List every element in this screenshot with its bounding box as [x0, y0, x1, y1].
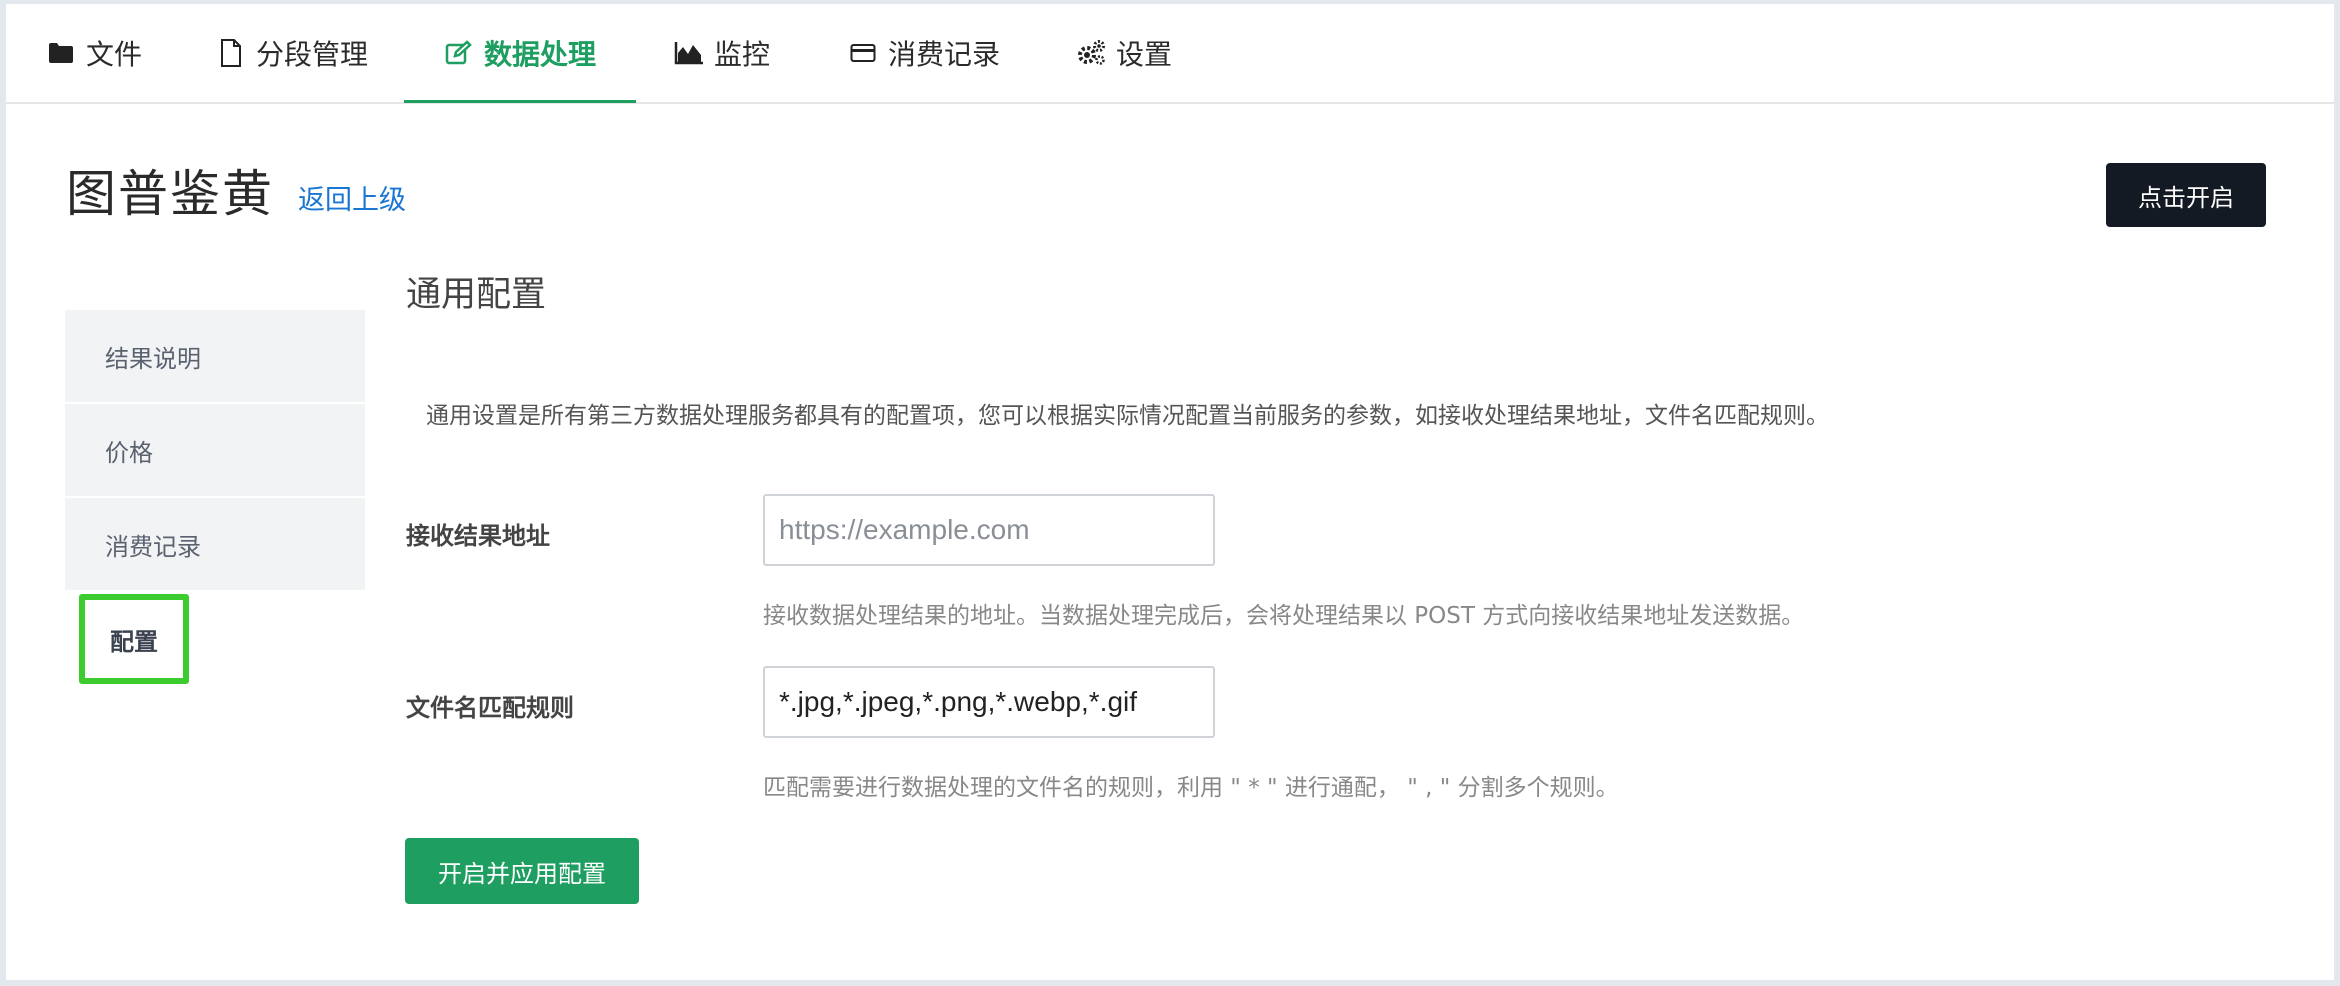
sidebar-item-config[interactable]: 配置: [79, 594, 189, 684]
top-nav: 文件 分段管理 数据处理 监控 消费记录 设置: [6, 4, 2334, 104]
tab-label: 文件: [86, 38, 143, 71]
file-icon: [216, 38, 246, 68]
filename-rule-hint: 匹配需要进行数据处理的文件名的规则，利用 " * " 进行通配， " , " 分…: [763, 775, 1619, 801]
tab-files[interactable]: 文件: [46, 4, 142, 102]
section-description: 通用设置是所有第三方数据处理服务都具有的配置项，您可以根据实际情况配置当前服务的…: [426, 403, 1829, 429]
sidebar-item-result-description[interactable]: 结果说明: [65, 310, 365, 402]
callback-url-hint: 接收数据处理结果的地址。当数据处理完成后，会将处理结果以 POST 方式向接收结…: [763, 603, 1805, 629]
page-title: 图普鉴黄: [66, 165, 274, 223]
tab-label: 设置: [1116, 38, 1173, 71]
sidebar-item-label: 消费记录: [105, 532, 201, 561]
active-tab-indicator: [404, 100, 636, 103]
sidebar-item-label: 价格: [105, 438, 153, 467]
sidebar-item-label: 配置: [110, 627, 158, 656]
section-title: 通用配置: [406, 275, 547, 315]
filename-rule-label: 文件名匹配规则: [406, 694, 574, 722]
app-frame: 文件 分段管理 数据处理 监控 消费记录 设置 图普鉴黄 返回上级 点击开启 结…: [6, 4, 2334, 980]
folder-icon: [46, 38, 76, 68]
back-link[interactable]: 返回上级: [298, 178, 406, 217]
apply-config-button[interactable]: 开启并应用配置: [405, 838, 639, 904]
tab-label: 消费记录: [888, 38, 1001, 71]
tab-label: 分段管理: [256, 38, 369, 71]
tab-segment-management[interactable]: 分段管理: [216, 4, 368, 102]
sidebar-item-billing[interactable]: 消费记录: [65, 498, 365, 590]
credit-card-icon: [848, 38, 878, 68]
edit-icon: [444, 38, 474, 68]
tab-label: 监控: [714, 38, 771, 71]
callback-url-input[interactable]: [763, 494, 1215, 566]
enable-service-button[interactable]: 点击开启: [2106, 163, 2266, 227]
sidebar-item-price[interactable]: 价格: [65, 404, 365, 496]
tab-billing[interactable]: 消费记录: [848, 4, 1000, 102]
callback-url-label: 接收结果地址: [406, 522, 550, 550]
area-chart-icon: [674, 38, 704, 68]
tab-data-processing[interactable]: 数据处理: [444, 4, 596, 102]
tab-label: 数据处理: [484, 38, 597, 71]
tab-settings[interactable]: 设置: [1076, 4, 1172, 102]
tab-monitoring[interactable]: 监控: [674, 4, 770, 102]
sidebar-item-label: 结果说明: [105, 344, 201, 373]
gears-icon: [1076, 38, 1106, 68]
filename-rule-input[interactable]: [763, 666, 1215, 738]
